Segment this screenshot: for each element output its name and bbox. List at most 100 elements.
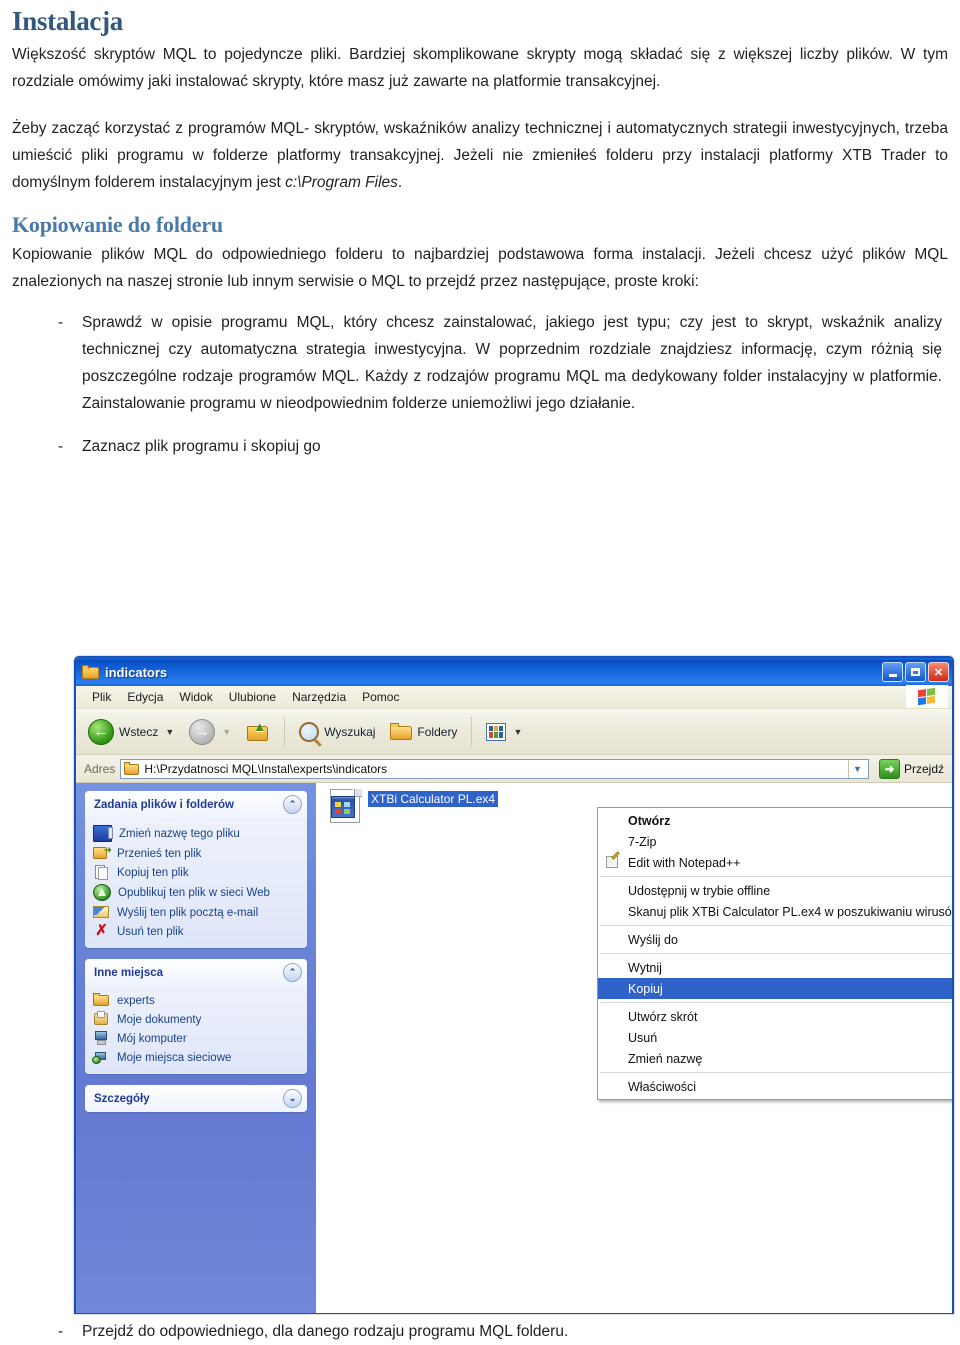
context-menu-item-delete[interactable]: Usuń [598,1027,952,1048]
rename-icon [93,825,113,842]
move-icon [93,845,112,861]
folders-button-label: Foldery [417,724,458,739]
network-places-icon [92,1050,110,1065]
explorer-window: indicators ✕ Plik Edycja Widok Ulubione … [74,656,954,1314]
chevron-down-icon[interactable]: ▼ [513,727,522,737]
panel-header[interactable]: Szczegóły ⌄ [85,1085,307,1112]
task-move-file[interactable]: Przenieś ten plik [89,844,303,863]
task-email-file[interactable]: Wyślij ten plik pocztą e-mail [89,903,303,922]
folders-icon [390,723,413,740]
steps-list: - Sprawdź w opisie programu MQL, który c… [12,309,948,460]
my-computer-icon [93,1031,110,1046]
context-menu-item-properties[interactable]: Właściwości [598,1076,952,1097]
folders-button[interactable]: Foldery [384,720,463,743]
list-item: - Zaznacz plik programu i skopiuj go [12,433,948,460]
panel-header[interactable]: Zadania plików i folderów ⌃ [85,791,307,818]
chevron-up-icon[interactable]: ⌃ [283,963,302,982]
place-my-documents[interactable]: Moje dokumenty [89,1010,303,1029]
panel-title: Szczegóły [94,1092,150,1105]
list-item: - Sprawdź w opisie programu MQL, który c… [12,309,948,417]
menu-item-label: Edit with Notepad++ [628,855,741,870]
context-menu-item-rename[interactable]: Zmień nazwę [598,1048,952,1069]
list-item: - Przejdź do odpowiedniego, dla danego r… [12,1318,942,1345]
context-menu-item-copy[interactable]: Kopiuj [598,978,952,999]
address-input[interactable]: H:\Przydatnosci MQL\Instal\experts\indic… [120,758,869,779]
menu-item-plik[interactable]: Plik [84,688,119,706]
paragraph-3: Kopiowanie plików MQL do odpowiedniego f… [12,246,948,290]
context-menu[interactable]: Otwórz 7-Zip ▶ Edit with Notepad++ Udost… [597,807,952,1100]
explorer-title-bar: indicators ✕ [76,658,952,686]
forward-arrow-icon: → [189,718,216,745]
back-arrow-icon: ← [88,718,114,745]
views-button[interactable]: ▼ [480,720,528,744]
default-path-italic: c:\Program Files [285,174,398,191]
context-menu-item-create-shortcut[interactable]: Utwórz skrót [598,1006,952,1027]
menu-item-label: Wyślij do [628,932,678,947]
panel-details: Szczegóły ⌄ [85,1085,307,1112]
menu-item-widok[interactable]: Widok [171,688,220,706]
panel-title: Inne miejsca [94,966,164,979]
up-button[interactable] [240,717,276,747]
task-label: Zmień nazwę tego pliku [119,827,240,840]
place-my-computer[interactable]: Mój komputer [89,1029,303,1048]
list-item-text: Przejdź do odpowiedniego, dla danego rod… [82,1323,569,1340]
panel-other-places: Inne miejsca ⌃ experts Moje dokumenty Mó… [85,959,307,1074]
back-button[interactable]: ← Wstecz ▼ [82,716,180,748]
minimize-icon[interactable] [882,662,903,682]
bullet-dash: - [58,1323,64,1340]
menu-item-label: Zmień nazwę [628,1051,703,1066]
menu-item-label: Właściwości [628,1079,697,1094]
file-item[interactable]: XTBi Calculator PL.ex4 [330,789,499,823]
place-network[interactable]: Moje miejsca sieciowe [89,1048,303,1067]
menu-item-label: Wytnij [628,960,662,975]
task-publish-web[interactable]: Opublikuj ten plik w sieci Web [89,882,303,903]
context-menu-item-send-to[interactable]: Wyślij do ▶ [598,929,952,950]
task-delete-file[interactable]: ✗ Usuń ten plik [89,922,303,941]
email-icon [93,905,110,920]
context-menu-item-offline[interactable]: Udostępnij w trybie offline [598,880,952,901]
place-experts[interactable]: experts [89,991,303,1010]
paragraph-2-tail: . [397,174,403,191]
place-label: Moje miejsca sieciowe [117,1051,232,1064]
task-label: Usuń ten plik [117,925,184,938]
my-documents-icon [93,1011,110,1027]
windows-flag-icon [906,685,948,708]
forward-button[interactable]: → ▼ [183,716,237,748]
menu-item-narzedzia[interactable]: Narzędzia [284,688,354,706]
menu-item-pomoc[interactable]: Pomoc [354,688,407,706]
panel-title: Zadania plików i folderów [94,798,234,811]
task-label: Kopiuj ten plik [117,866,189,879]
steps-list-continued: - Przejdź do odpowiedniego, dla danego r… [12,1318,942,1345]
task-pane: Zadania plików i folderów ⌃ Zmień nazwę … [76,783,316,1313]
task-copy-file[interactable]: Kopiuj ten plik [89,863,303,882]
document-page: Instalacja Większość skryptów MQL to poj… [0,6,960,1340]
chevron-down-icon[interactable]: ▼ [165,727,174,737]
menu-separator [600,1002,952,1003]
panel-body: Zmień nazwę tego pliku Przenieś ten plik… [85,818,307,948]
maximize-icon[interactable] [905,662,926,682]
task-rename-file[interactable]: Zmień nazwę tego pliku [89,823,303,844]
context-menu-item-7zip[interactable]: 7-Zip ▶ [598,831,952,852]
file-list-area[interactable]: XTBi Calculator PL.ex4 Otwórz 7-Zip ▶ Ed… [316,783,952,1313]
go-button[interactable]: ➜ Przejdź [874,758,949,779]
menu-item-label: Usuń [628,1030,658,1045]
menu-item-ulubione[interactable]: Ulubione [221,688,284,706]
context-menu-item-otworz[interactable]: Otwórz [598,810,952,831]
menu-separator [600,953,952,954]
menu-item-edycja[interactable]: Edycja [119,688,171,706]
search-icon [299,721,320,742]
close-icon[interactable]: ✕ [928,662,949,682]
chevron-down-icon[interactable]: ⌄ [283,1089,302,1108]
chevron-down-icon: ▼ [222,726,232,737]
task-label: Wyślij ten plik pocztą e-mail [117,906,259,919]
page-title: Instalacja [12,6,123,36]
task-label: Opublikuj ten plik w sieci Web [118,886,270,899]
search-button[interactable]: Wyszukaj [293,719,381,745]
address-dropdown-icon[interactable]: ▼ [847,759,866,778]
toolbar: ← Wstecz ▼ → ▼ Wyszukaj Foldery [76,709,952,755]
chevron-up-icon[interactable]: ⌃ [283,795,302,814]
panel-header[interactable]: Inne miejsca ⌃ [85,959,307,986]
context-menu-item-cut[interactable]: Wytnij [598,957,952,978]
context-menu-item-edit-notepadpp[interactable]: Edit with Notepad++ [598,852,952,873]
context-menu-item-scan[interactable]: Skanuj plik XTBi Calculator PL.ex4 w pos… [598,901,952,922]
